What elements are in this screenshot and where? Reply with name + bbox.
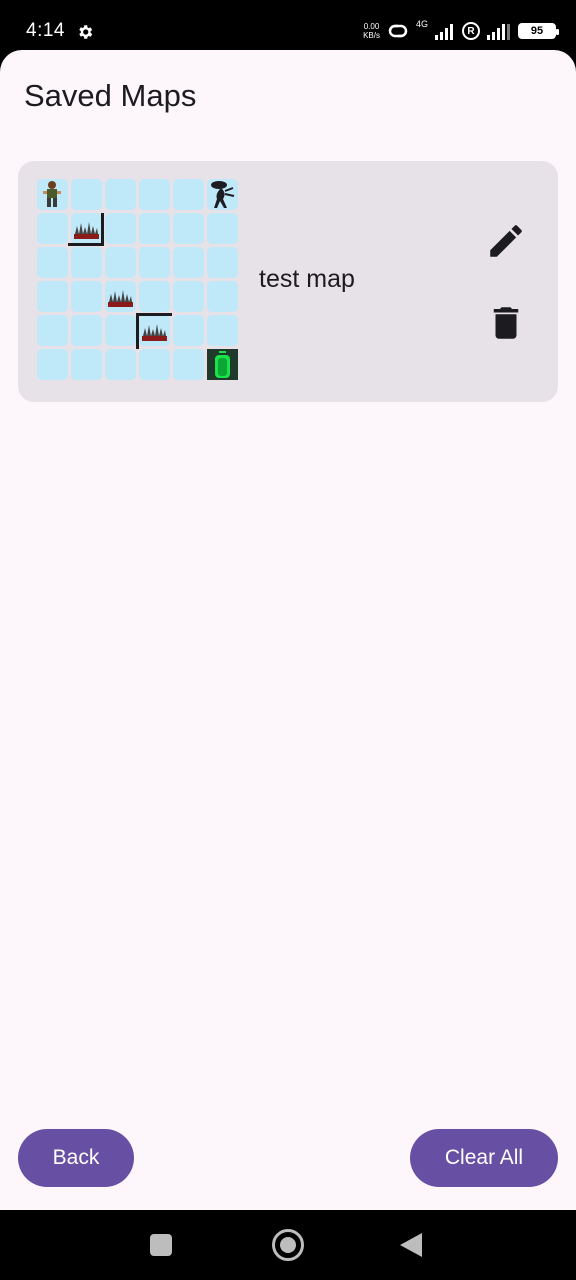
map-cell xyxy=(173,315,204,346)
status-time: 4:14 xyxy=(26,20,65,41)
map-cell xyxy=(37,349,68,380)
clear-all-button[interactable]: Clear All xyxy=(410,1129,558,1187)
map-cell xyxy=(207,315,238,346)
home-button[interactable] xyxy=(272,1229,304,1261)
spikes-icon xyxy=(142,324,167,341)
map-cell xyxy=(173,349,204,380)
status-indicators: 0.00 KB/s 4G R 95 xyxy=(363,19,559,43)
map-cell xyxy=(105,247,136,278)
map-cell xyxy=(105,315,136,346)
roaming-icon: R xyxy=(462,22,480,40)
net-speed-value: 0.00 xyxy=(363,22,380,31)
network-type: 4G xyxy=(415,19,428,29)
alien-icon xyxy=(211,181,235,208)
map-preview-grid xyxy=(37,179,239,381)
map-cell xyxy=(139,213,170,244)
signal-2-icon xyxy=(487,24,510,40)
map-cell xyxy=(139,281,170,312)
battery-icon: 95 xyxy=(518,23,559,39)
saved-map-card[interactable]: test map xyxy=(18,161,558,402)
exit-door-icon xyxy=(207,349,238,380)
signal-icon xyxy=(435,24,453,40)
recents-button[interactable] xyxy=(150,1234,172,1256)
battery-level: 95 xyxy=(520,25,554,37)
system-nav-bar xyxy=(0,1210,576,1280)
link-icon xyxy=(388,24,408,38)
map-cell xyxy=(37,281,68,312)
map-cell xyxy=(173,213,204,244)
net-speed: 0.00 KB/s xyxy=(363,22,380,40)
app-screen: Saved Maps test map Back Clear All xyxy=(0,50,576,1210)
map-cell xyxy=(37,213,68,244)
map-cell xyxy=(173,247,204,278)
map-cell xyxy=(105,213,136,244)
map-cell xyxy=(207,281,238,312)
back-button[interactable]: Back xyxy=(18,1129,134,1187)
map-cell xyxy=(207,213,238,244)
map-cell xyxy=(71,281,102,312)
delete-map-button[interactable] xyxy=(482,299,530,347)
map-cell xyxy=(173,179,204,210)
map-cell xyxy=(71,247,102,278)
player-icon xyxy=(43,181,61,207)
map-cell xyxy=(105,349,136,380)
map-cell xyxy=(37,315,68,346)
net-speed-unit: KB/s xyxy=(363,31,380,40)
trash-icon xyxy=(493,307,519,339)
back-nav-button[interactable] xyxy=(400,1233,422,1257)
map-cell xyxy=(71,349,102,380)
map-name: test map xyxy=(259,265,355,293)
spikes-icon xyxy=(108,290,133,307)
map-cell xyxy=(139,349,170,380)
pencil-icon xyxy=(490,225,522,257)
map-cell xyxy=(37,247,68,278)
edit-map-button[interactable] xyxy=(482,217,530,265)
map-cell xyxy=(139,247,170,278)
roaming-label: R xyxy=(467,25,475,37)
settings-gear-icon xyxy=(79,25,93,39)
map-cell xyxy=(105,179,136,210)
map-cell xyxy=(207,247,238,278)
map-cell xyxy=(139,179,170,210)
map-cell xyxy=(71,315,102,346)
page-title: Saved Maps xyxy=(24,78,197,113)
spikes-icon xyxy=(74,222,99,239)
map-cell xyxy=(71,179,102,210)
map-cell xyxy=(173,281,204,312)
